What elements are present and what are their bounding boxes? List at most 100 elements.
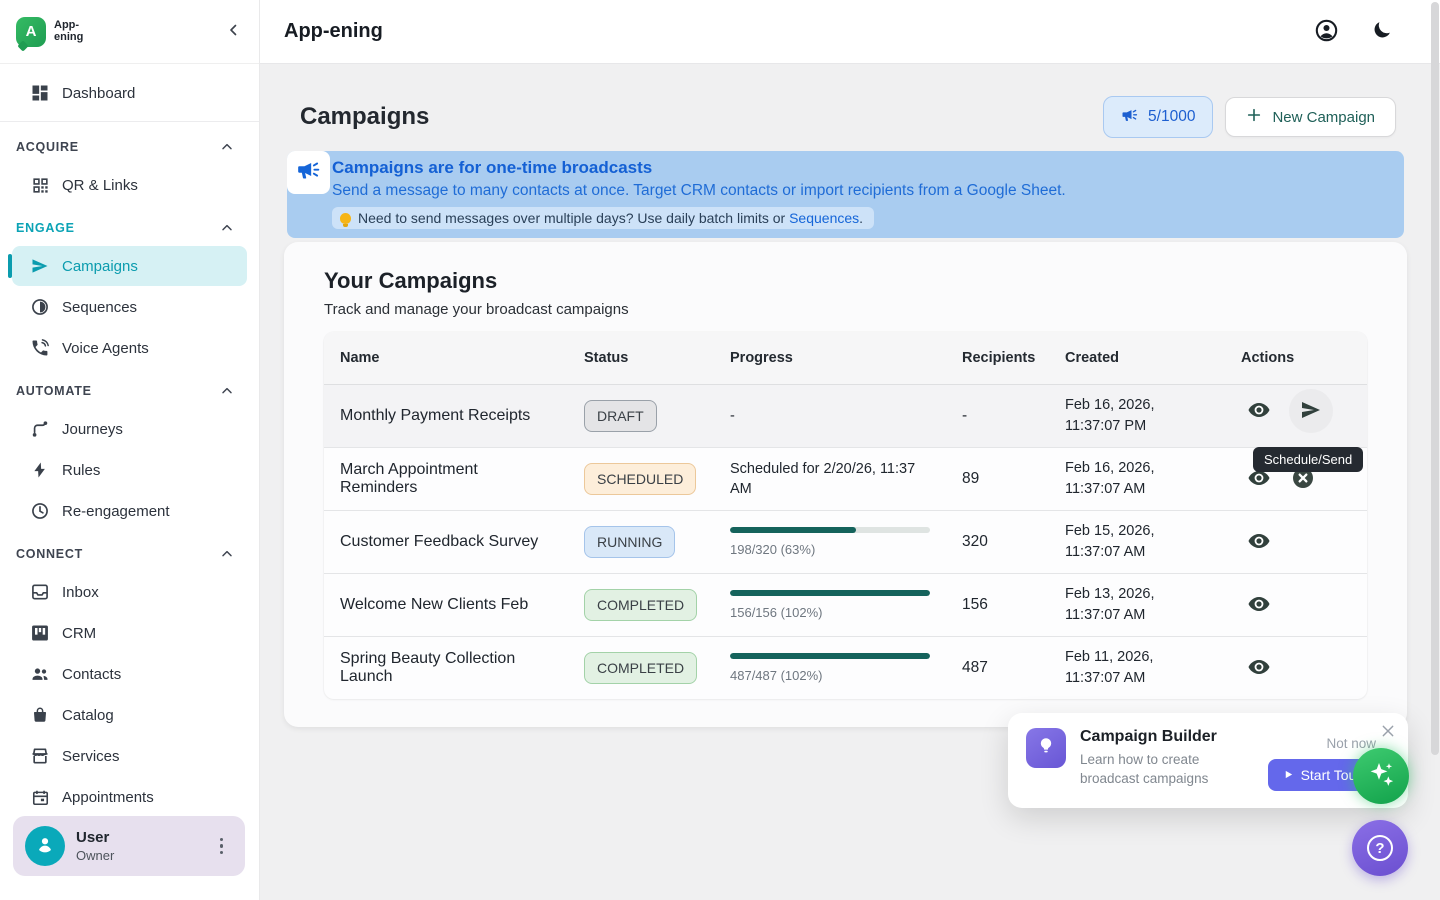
account-button[interactable] bbox=[1312, 18, 1340, 46]
sidebar-item-inbox[interactable]: Inbox bbox=[12, 572, 247, 612]
user-avatar bbox=[25, 826, 65, 866]
shopping-bag-icon bbox=[30, 705, 50, 725]
sidebar-item-journeys[interactable]: Journeys bbox=[12, 409, 247, 449]
chevron-up-icon bbox=[219, 546, 235, 562]
moon-icon bbox=[1371, 19, 1393, 44]
sidebar-item-re-engagement[interactable]: Re-engagement bbox=[12, 491, 247, 531]
sidebar-section-automate[interactable]: AUTOMATE bbox=[0, 374, 259, 408]
table-row[interactable]: March Appointment Reminders SCHEDULED Sc… bbox=[324, 447, 1367, 510]
qr-code-icon bbox=[30, 175, 50, 195]
user-card[interactable]: User Owner bbox=[13, 816, 245, 876]
sidebar-item-appointments[interactable]: Appointments bbox=[12, 777, 247, 810]
campaign-recipients: 156 bbox=[946, 586, 1049, 624]
sidebar-item-campaigns[interactable]: Campaigns bbox=[12, 246, 247, 286]
eye-icon bbox=[1247, 655, 1271, 682]
sidebar-item-dashboard[interactable]: Dashboard bbox=[12, 73, 247, 113]
view-button[interactable] bbox=[1245, 528, 1273, 556]
clock-icon bbox=[30, 501, 50, 521]
campaign-quota-badge[interactable]: 5/1000 bbox=[1103, 96, 1213, 138]
progress-label: 198/320 (63%) bbox=[730, 542, 930, 557]
sidebar-section-engage[interactable]: ENGAGE bbox=[0, 211, 259, 245]
sequences-link[interactable]: Sequences bbox=[789, 210, 859, 226]
campaign-builder-popup: Campaign Builder Learn how to create bro… bbox=[1008, 713, 1408, 808]
brand-logo-letter: A bbox=[26, 23, 37, 40]
table-row[interactable]: Monthly Payment Receipts DRAFT - - Feb 1… bbox=[324, 385, 1367, 447]
sparkles-icon bbox=[1365, 759, 1397, 794]
sidebar-item-label: CRM bbox=[62, 625, 96, 642]
lightbulb-badge bbox=[1026, 728, 1066, 768]
kanban-icon bbox=[30, 623, 50, 643]
status-badge: COMPLETED bbox=[584, 589, 697, 621]
sidebar-section-connect[interactable]: CONNECT bbox=[0, 537, 259, 571]
help-fab[interactable]: ? bbox=[1352, 820, 1408, 876]
sidebar-item-crm[interactable]: CRM bbox=[12, 613, 247, 653]
app-root: A App- ening Dashboard ACQUIRE QR & Link… bbox=[0, 0, 1440, 900]
table-header-row: Name Status Progress Recipients Created … bbox=[324, 332, 1367, 385]
popup-text: Campaign Builder Learn how to create bro… bbox=[1080, 728, 1250, 793]
sidebar-section-acquire[interactable]: ACQUIRE bbox=[0, 130, 259, 164]
campaign-name: Customer Feedback Survey bbox=[324, 523, 568, 561]
ai-assistant-fab[interactable] bbox=[1353, 748, 1409, 804]
eye-icon bbox=[1247, 529, 1271, 556]
view-button[interactable] bbox=[1245, 654, 1273, 682]
table-row[interactable]: Customer Feedback Survey RUNNING 198/320… bbox=[324, 510, 1367, 573]
inbox-icon bbox=[30, 582, 50, 602]
popup-close-button[interactable] bbox=[1380, 723, 1396, 742]
sidebar-item-catalog[interactable]: Catalog bbox=[12, 695, 247, 735]
user-menu-button[interactable] bbox=[220, 838, 224, 855]
close-icon bbox=[1380, 723, 1396, 742]
status-badge: DRAFT bbox=[584, 400, 657, 432]
campaign-recipients: 320 bbox=[946, 523, 1049, 561]
banner-icon-box bbox=[287, 151, 330, 194]
schedule-send-tooltip: Schedule/Send bbox=[1253, 447, 1363, 472]
user-meta: User Owner bbox=[76, 829, 114, 863]
sidebar-item-voice-agents[interactable]: Voice Agents bbox=[12, 328, 247, 368]
campaign-actions bbox=[1225, 650, 1367, 686]
sidebar-footer: User Owner bbox=[0, 808, 258, 900]
sidebar-item-label: Rules bbox=[62, 462, 100, 479]
campaign-progress: Scheduled for 2/20/26, 11:37 AM bbox=[714, 449, 946, 510]
schedule-send-button[interactable] bbox=[1289, 389, 1333, 433]
sidebar-item-rules[interactable]: Rules bbox=[12, 450, 247, 490]
sidebar-item-services[interactable]: Services bbox=[12, 736, 247, 776]
people-icon bbox=[30, 664, 50, 684]
tip-text: Need to send messages over multiple days… bbox=[358, 210, 863, 226]
sidebar-collapse-button[interactable] bbox=[225, 21, 243, 42]
dark-mode-toggle[interactable] bbox=[1368, 18, 1396, 46]
sidebar-item-contacts[interactable]: Contacts bbox=[12, 654, 247, 694]
view-button[interactable] bbox=[1245, 397, 1273, 425]
column-header-name: Name bbox=[324, 332, 568, 384]
eye-icon bbox=[1247, 398, 1271, 425]
sidebar-item-label: QR & Links bbox=[62, 177, 138, 194]
brand-name-top: App- bbox=[54, 20, 83, 32]
section-label: CONNECT bbox=[16, 547, 83, 561]
campaign-created: Feb 11, 2026, 11:37:07 AM bbox=[1049, 637, 1225, 699]
campaign-recipients: 89 bbox=[946, 460, 1049, 498]
storefront-icon bbox=[30, 746, 50, 766]
info-banner: Campaigns are for one-time broadcasts Se… bbox=[287, 151, 1404, 238]
sidebar-item-qr-links[interactable]: QR & Links bbox=[12, 165, 247, 205]
sidebar-item-label: Inbox bbox=[62, 584, 99, 601]
section-label: ENGAGE bbox=[16, 221, 75, 235]
campaign-created: Feb 15, 2026, 11:37:07 AM bbox=[1049, 511, 1225, 573]
campaign-created: Feb 16, 2026, 11:37:07 PM bbox=[1049, 385, 1225, 447]
new-campaign-button[interactable]: New Campaign bbox=[1225, 97, 1396, 137]
sidebar-item-sequences[interactable]: Sequences bbox=[12, 287, 247, 327]
sidebar-item-label: Catalog bbox=[62, 707, 114, 724]
send-icon bbox=[30, 256, 50, 276]
not-now-button[interactable]: Not now bbox=[1326, 736, 1376, 751]
sidebar-item-label: Appointments bbox=[62, 789, 154, 806]
campaign-recipients: - bbox=[946, 397, 1049, 435]
progress-bar bbox=[730, 653, 930, 659]
table-row[interactable]: Welcome New Clients Feb COMPLETED 156/15… bbox=[324, 573, 1367, 636]
table-row[interactable]: Spring Beauty Collection Launch COMPLETE… bbox=[324, 636, 1367, 699]
sidebar-header: A App- ening bbox=[0, 0, 259, 64]
page-scrollbar[interactable] bbox=[1431, 2, 1439, 755]
send-icon bbox=[1299, 398, 1323, 425]
route-icon bbox=[30, 419, 50, 439]
campaign-name: Monthly Payment Receipts bbox=[324, 397, 568, 435]
banner-tip: Need to send messages over multiple days… bbox=[332, 207, 874, 229]
topbar: App-ening bbox=[260, 0, 1440, 64]
question-mark-icon: ? bbox=[1367, 835, 1393, 861]
view-button[interactable] bbox=[1245, 591, 1273, 619]
